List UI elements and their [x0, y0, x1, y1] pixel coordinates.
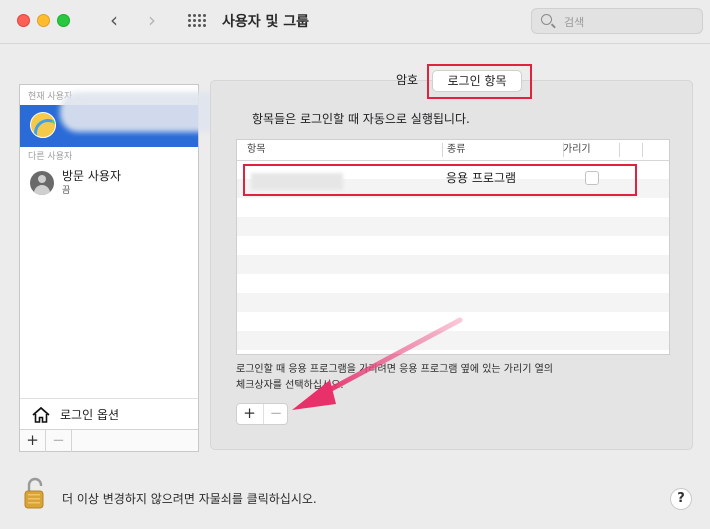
table-row [237, 312, 669, 331]
users-sidebar: 현재 사용자 다른 사용자 방문 사용자 끔 로그인 옵션 + − [19, 84, 199, 452]
add-remove-login-item-control: + − [236, 403, 288, 425]
table-row [237, 236, 669, 255]
table-row [237, 217, 669, 236]
login-items-tab-highlight [427, 64, 532, 99]
column-divider [619, 143, 620, 157]
other-users-header: 다른 사용자 [28, 152, 73, 162]
table-row [237, 293, 669, 312]
table-row [237, 255, 669, 274]
login-options-label: 로그인 옵션 [60, 408, 120, 422]
column-header-hide[interactable]: 가리기 [563, 140, 591, 160]
back-button[interactable]: ‹ [104, 8, 124, 32]
hint-line-1: 로그인할 때 응용 프로그램을 가리려면 응용 프로그램 옆에 있는 가리기 열… [236, 364, 553, 375]
column-divider [642, 143, 643, 157]
show-all-grid-icon[interactable] [188, 14, 206, 28]
table-row [237, 198, 669, 217]
forward-button[interactable]: › [142, 8, 162, 32]
guest-user-status: 끔 [62, 186, 71, 196]
lock-instruction-text: 더 이상 변경하지 않으려면 자물쇠를 클릭하십시오. [62, 492, 317, 506]
search-placeholder: 검색 [564, 16, 585, 29]
lock-icon[interactable] [24, 477, 46, 509]
close-window-button[interactable] [17, 14, 30, 27]
guest-user-name[interactable]: 방문 사용자 [62, 167, 121, 184]
zoom-window-button[interactable] [57, 14, 70, 27]
add-user-button[interactable]: + [20, 430, 46, 452]
column-header-kind[interactable]: 종류 [447, 140, 465, 160]
guest-avatar-icon [30, 171, 54, 195]
column-header-item[interactable]: 항목 [247, 140, 265, 160]
sidebar-footer: + − [20, 429, 198, 452]
login-items-description: 항목들은 로그인할 때 자동으로 실행됩니다. [252, 112, 470, 126]
add-login-item-button[interactable]: + [237, 404, 262, 424]
help-button[interactable]: ? [670, 488, 692, 510]
table-row [237, 274, 669, 293]
column-divider [442, 143, 443, 157]
remove-login-item-button[interactable]: − [263, 404, 288, 424]
remove-user-button[interactable]: − [46, 430, 72, 452]
house-icon [32, 407, 50, 423]
title-bar: ‹ › 사용자 및 그룹 검색 [0, 0, 710, 44]
table-row [237, 331, 669, 350]
hide-hint-text: 로그인할 때 응용 프로그램을 가리려면 응용 프로그램 옆에 있는 가리기 열… [236, 362, 656, 394]
search-icon [541, 14, 552, 25]
minimize-window-button[interactable] [37, 14, 50, 27]
hint-line-2: 체크상자를 선택하십시오. [236, 380, 344, 391]
search-field[interactable]: 검색 [531, 8, 703, 34]
tab-password[interactable]: 암호 [383, 70, 431, 92]
login-options-row[interactable]: 로그인 옵션 [20, 398, 198, 428]
rainbow-avatar-icon [30, 112, 56, 138]
window-title: 사용자 및 그룹 [222, 14, 310, 30]
login-item-row-highlight [243, 164, 637, 196]
